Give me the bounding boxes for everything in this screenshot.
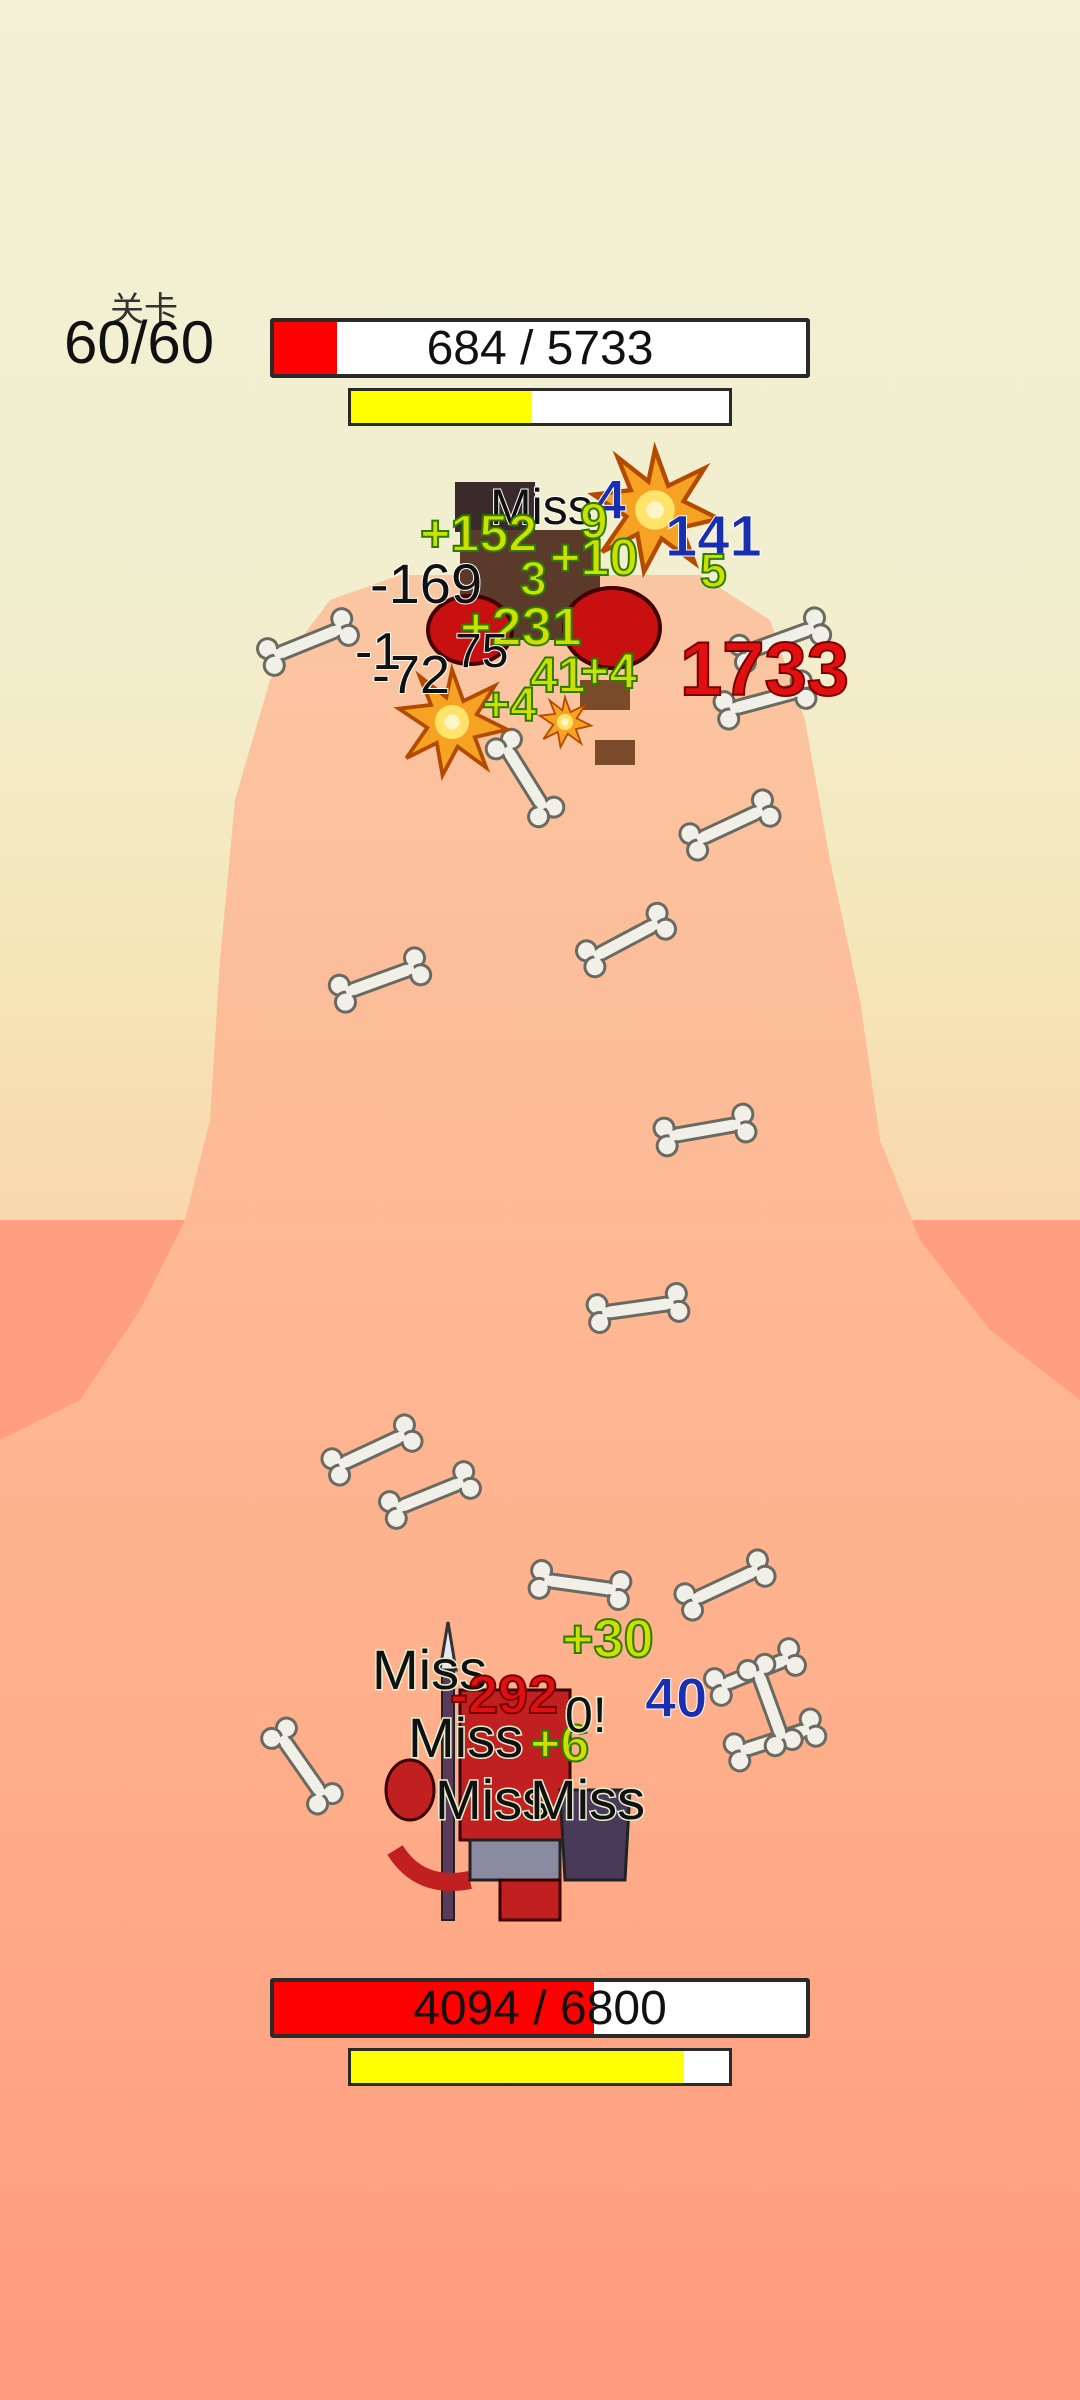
floating-number: +4 xyxy=(481,679,538,732)
enemy-energy-bar xyxy=(348,388,732,426)
floating-number: Miss xyxy=(528,1768,646,1831)
floating-number: 75 xyxy=(454,625,509,678)
floating-number: 41 xyxy=(529,647,587,703)
floating-number: +4 xyxy=(579,643,638,699)
floating-number: 0! xyxy=(564,1687,609,1743)
floating-number: +10 xyxy=(549,529,639,587)
floating-number: +30 xyxy=(561,1609,655,1669)
floating-number: 5 xyxy=(699,545,728,598)
floating-number: 40 xyxy=(644,1666,708,1729)
floating-number: -72 xyxy=(371,645,451,705)
enemy-hp-text: 684 / 5733 xyxy=(426,321,654,375)
level-value: 60/60 xyxy=(64,309,215,376)
player-hp-text: 4094 / 6800 xyxy=(413,1981,667,2035)
floating-number: 1733 xyxy=(679,627,850,712)
floating-number: Miss xyxy=(406,1706,524,1769)
player-energy-bar xyxy=(348,2048,732,2086)
enemy-hp-bar: 684 / 5733 xyxy=(270,318,810,378)
player-hp-bar: 4094 / 6800 xyxy=(270,1978,810,2038)
enemy-energy-fill xyxy=(351,391,533,423)
player-energy-fill xyxy=(351,2051,684,2083)
